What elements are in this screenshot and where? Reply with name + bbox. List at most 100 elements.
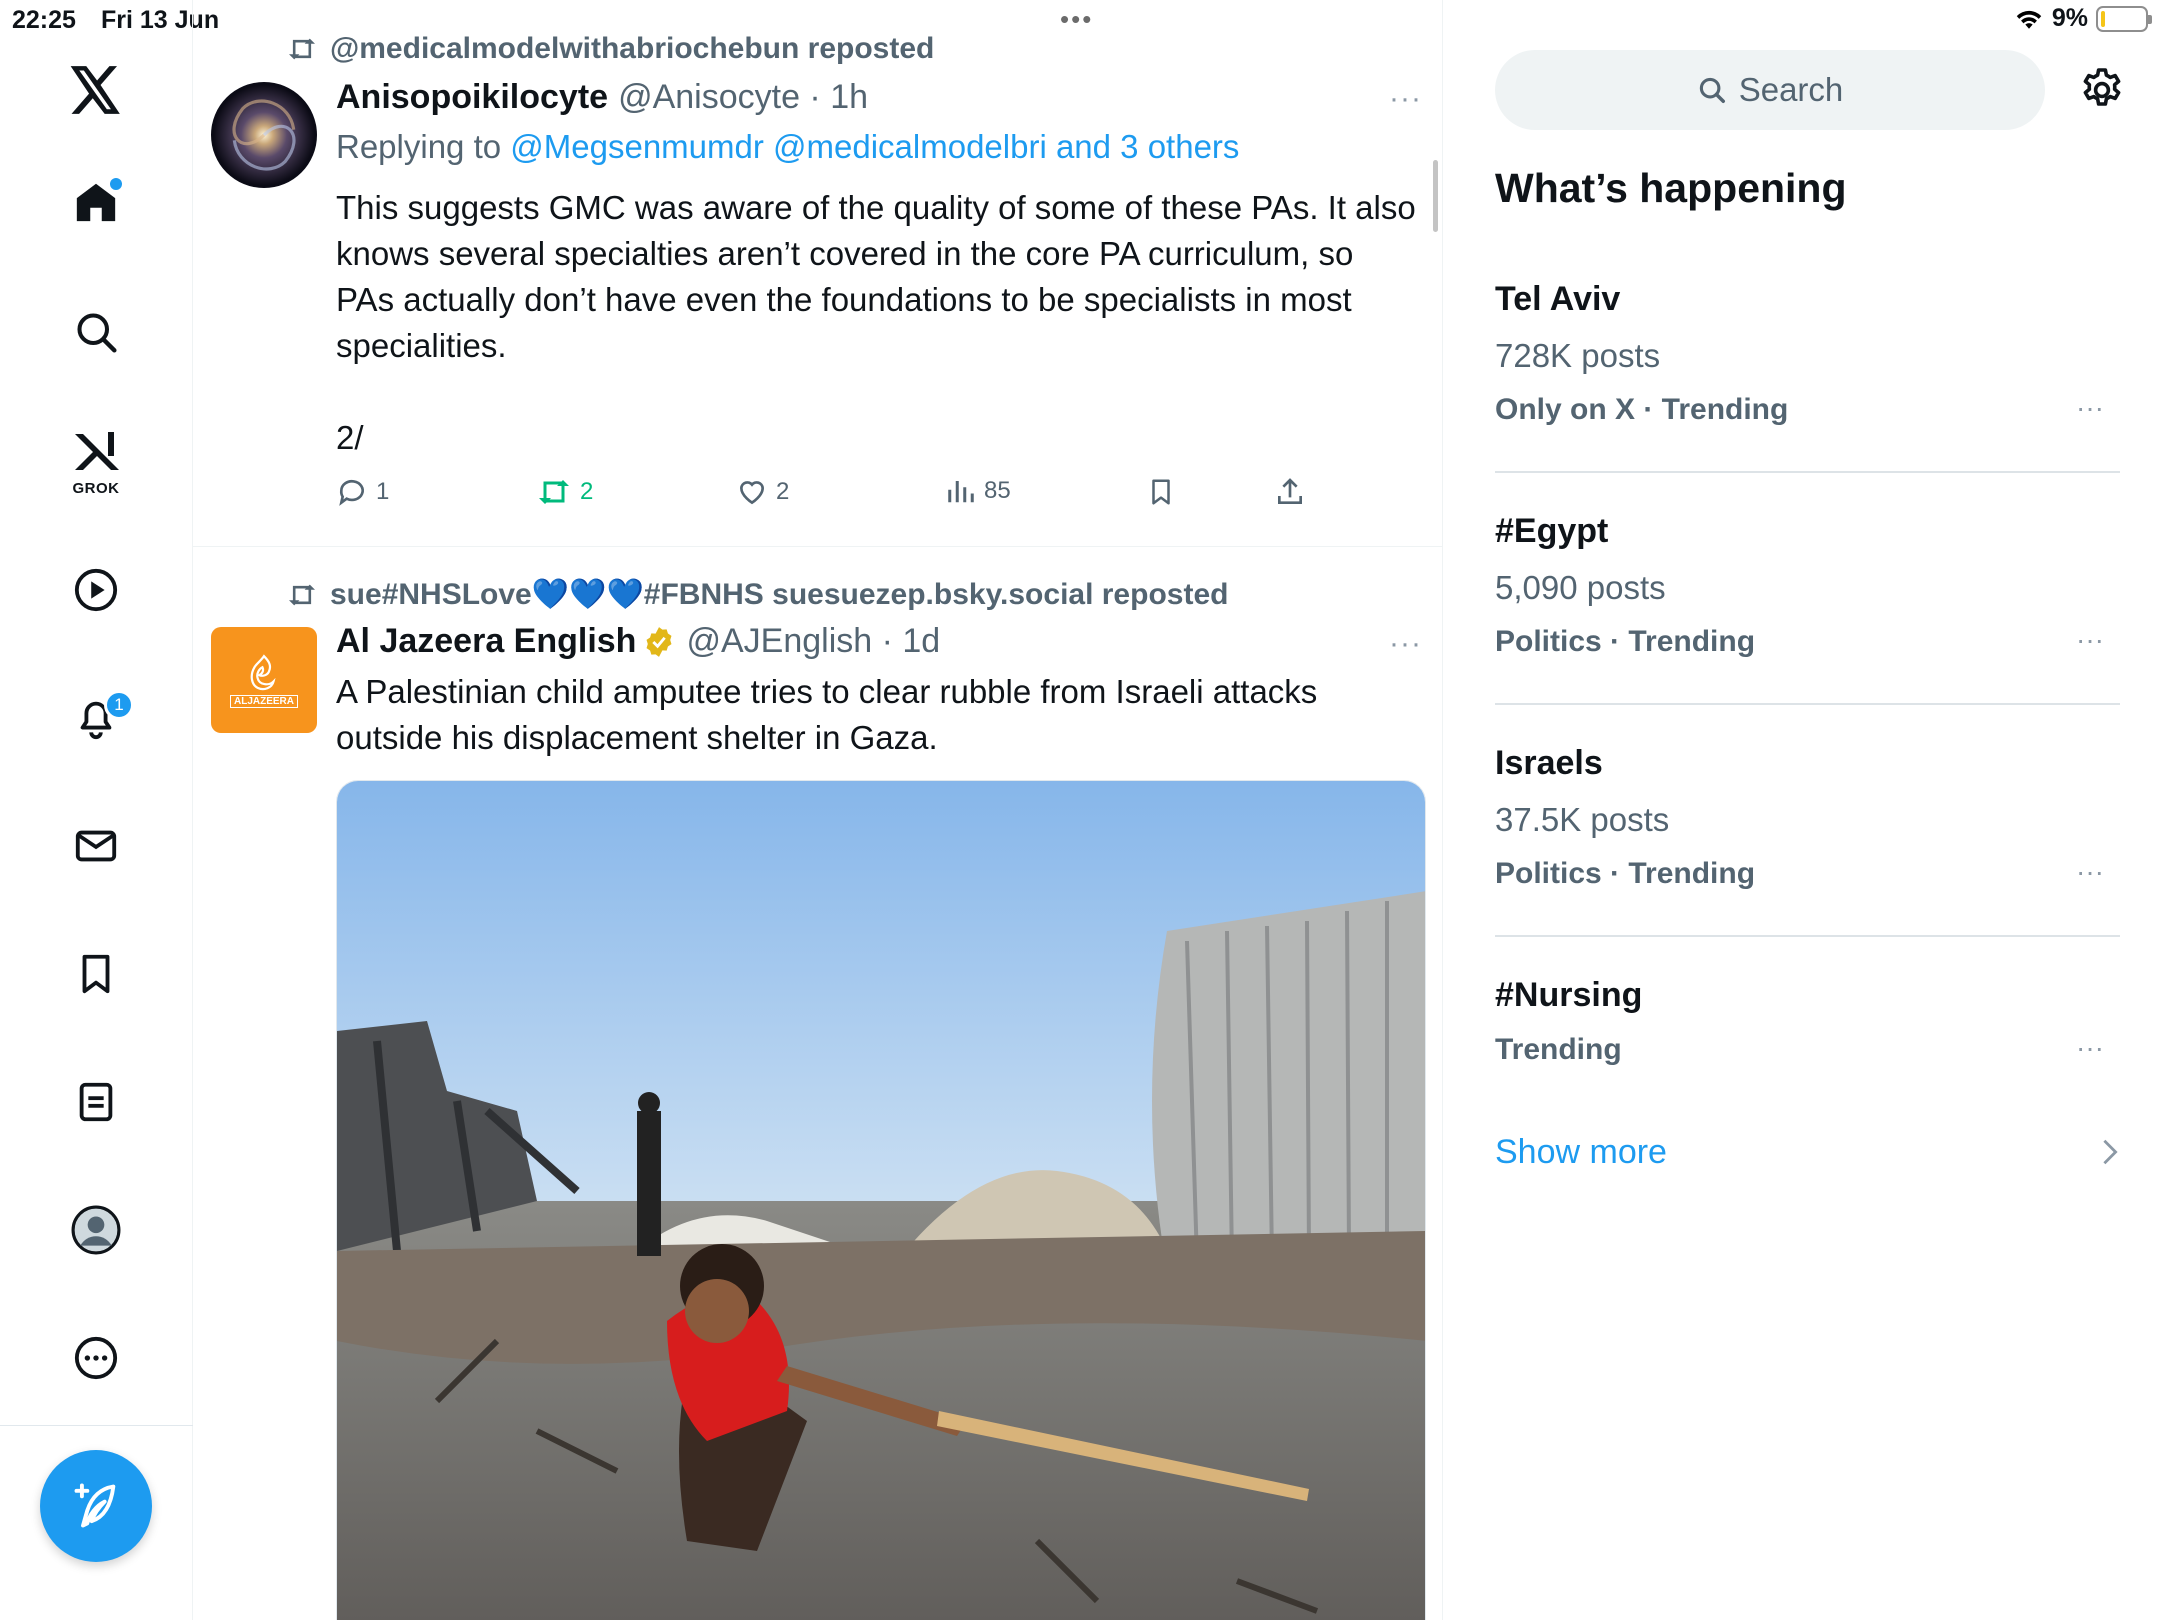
settings-gear-icon[interactable] (2078, 66, 2126, 114)
views-chart-icon (948, 481, 974, 503)
trend-name: #Egypt (1495, 512, 1609, 550)
whats-happening-title: What’s happening (1495, 165, 1847, 211)
trend-name: #Nursing (1495, 976, 1643, 1014)
trend-item[interactable]: #Nursing Trending ··· (1495, 976, 2120, 1067)
search-icon (1699, 77, 1725, 103)
repost-context[interactable]: @medicalmodelwithabriochebun reposted (286, 32, 934, 66)
reply-count: 1 (376, 478, 390, 505)
heart-icon (739, 481, 765, 505)
post-text-suffix: 2/ (336, 419, 364, 456)
author-name[interactable]: Al Jazeera English (336, 622, 636, 661)
trend-name: Tel Aviv (1495, 280, 1621, 318)
nav-home[interactable] (64, 170, 128, 234)
trend-more-button[interactable]: ··· (2076, 624, 2104, 656)
more-circle-icon (74, 1336, 118, 1380)
video-frame-image (337, 781, 1425, 1620)
replying-to: Replying to @Megsenmumdr @medicalmodelbr… (336, 128, 1239, 166)
trend-name: Israels (1495, 744, 1603, 782)
home-new-dot (110, 178, 122, 190)
left-nav: GROK 1 (0, 0, 193, 1620)
nav-profile[interactable] (64, 1198, 128, 1262)
like-button[interactable]: 2 (736, 476, 789, 508)
right-sidebar: Search What’s happening Tel Aviv 728K po… (1443, 0, 2160, 1620)
repost-by-label: sue#NHSLove💙💙💙#FBNHS suesuezep.bsky.soci… (330, 578, 1229, 611)
show-more-link[interactable]: Show more (1495, 1133, 1667, 1172)
trend-more-button[interactable]: ··· (2076, 856, 2104, 888)
galaxy-avatar-image (211, 82, 317, 188)
repost-icon (289, 38, 315, 60)
search-input[interactable]: Search (1495, 50, 2045, 130)
nav-divider (0, 1425, 193, 1426)
views-button[interactable]: 85 (946, 476, 1011, 506)
like-count: 2 (776, 478, 790, 505)
trend-divider (1495, 471, 2120, 473)
trend-item[interactable]: #Egypt 5,090 posts Politics · Trending ·… (1495, 512, 2120, 659)
post-header: Al Jazeera English @AJEnglish · 1d (336, 622, 940, 661)
trend-meta: Politics · Trending (1495, 857, 1756, 890)
post-divider (193, 546, 1442, 547)
nav-explore[interactable] (64, 300, 128, 364)
post-more-button[interactable]: ··· (1389, 82, 1422, 116)
scrollbar-thumb[interactable] (1433, 160, 1438, 232)
trend-item[interactable]: Israels 37.5K posts Politics · Trending … (1495, 744, 2120, 891)
compose-feather-icon (74, 1483, 116, 1528)
timeline-feed[interactable]: @medicalmodelwithabriochebun reposted An… (193, 0, 1443, 1620)
repost-icon (289, 584, 315, 605)
nav-notifications[interactable]: 1 (64, 686, 134, 750)
compose-button[interactable] (40, 1450, 152, 1562)
search-placeholder: Search (1738, 71, 1844, 108)
bookmark-button[interactable] (1146, 476, 1176, 508)
trend-count: 37.5K posts (1495, 801, 1670, 838)
trend-more-button[interactable]: ··· (2076, 392, 2104, 424)
views-count: 85 (984, 477, 1011, 504)
trend-count: 728K posts (1495, 337, 1661, 374)
trend-divider (1495, 703, 2120, 705)
author-handle-time[interactable]: @Anisocyte · 1h (618, 78, 868, 117)
author-handle-time[interactable]: @AJEnglish · 1d (686, 622, 940, 661)
x-logo-icon[interactable] (64, 58, 128, 122)
nav-lists[interactable] (64, 1070, 128, 1134)
nav-video[interactable] (64, 558, 128, 622)
post-more-button[interactable]: ··· (1389, 627, 1422, 661)
post-header: Anisopoikilocyte @Anisocyte · 1h (336, 78, 868, 117)
search-icon (77, 313, 117, 353)
trend-meta: Only on X · Trending (1495, 393, 1789, 426)
repost-by-label: @medicalmodelwithabriochebun reposted (330, 32, 935, 65)
aljazeera-wordmark: ALJAZEERA (229, 694, 298, 708)
repost-context[interactable]: sue#NHSLove💙💙💙#FBNHS suesuezep.bsky.soci… (286, 577, 1228, 612)
post-text: A Palestinian child amputee tries to cle… (336, 673, 1318, 756)
reply-icon (339, 479, 364, 506)
nav-grok[interactable] (64, 420, 128, 484)
trend-item[interactable]: Tel Aviv 728K posts Only on X · Trending… (1495, 280, 2120, 427)
aljazeera-logo-icon (250, 653, 276, 690)
repost-count: 2 (580, 478, 594, 505)
verified-gold-badge-icon (647, 626, 672, 657)
post-text: This suggests GMC was aware of the quali… (336, 189, 1416, 364)
list-icon (79, 1082, 113, 1122)
play-icon (74, 568, 118, 612)
avatar[interactable]: ALJAZEERA (211, 627, 317, 733)
bookmark-icon (82, 954, 110, 994)
trend-more-button[interactable]: ··· (2076, 1032, 2104, 1064)
trend-meta: Trending (1495, 1033, 1622, 1066)
repost-icon (539, 480, 569, 504)
notifications-badge: 1 (104, 690, 134, 720)
chevron-right-icon (2103, 1139, 2118, 1165)
grok-label: GROK (72, 480, 120, 497)
replying-links[interactable]: @Megsenmumdr @medicalmodelbri and 3 othe… (510, 128, 1239, 165)
trend-count: 5,090 posts (1495, 569, 1666, 606)
share-button[interactable] (1274, 476, 1306, 508)
share-icon (1278, 478, 1302, 504)
reply-button[interactable]: 1 (336, 476, 389, 508)
trend-meta: Politics · Trending (1495, 625, 1756, 658)
author-name[interactable]: Anisopoikilocyte (336, 78, 608, 117)
profile-avatar-icon (71, 1205, 121, 1255)
replying-prefix: Replying to (336, 128, 502, 165)
avatar[interactable] (211, 82, 317, 188)
post-media-video[interactable] (336, 780, 1426, 1620)
nav-bookmarks[interactable] (64, 942, 128, 1006)
grok-icon (75, 432, 119, 470)
nav-more[interactable] (64, 1326, 128, 1390)
repost-button[interactable]: 2 (536, 476, 593, 508)
nav-messages[interactable] (64, 814, 128, 878)
